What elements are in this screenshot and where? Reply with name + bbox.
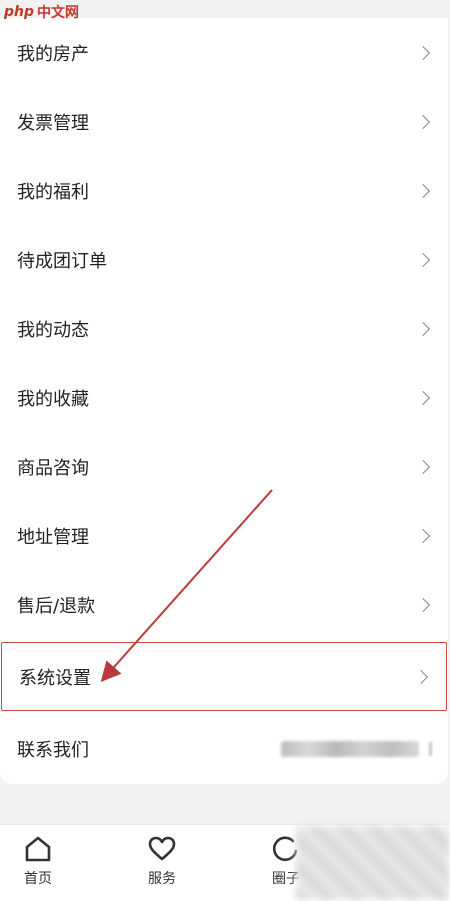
contact-phone-redacted [281, 740, 432, 757]
tab-label: 首页 [24, 871, 52, 887]
home-icon [25, 836, 51, 862]
redacted-tail [429, 741, 432, 756]
chevron-right-icon [415, 183, 431, 198]
menu-item-contact-us[interactable]: 联系我们 [0, 714, 448, 783]
chevron-right-icon [415, 45, 431, 60]
menu-item-label: 待成团订单 [17, 250, 107, 272]
menu-item-favorites[interactable]: 我的收藏 [0, 363, 448, 432]
menu-item-system-settings[interactable]: 系统设置 [1, 642, 447, 711]
chevron-right-icon [415, 114, 431, 129]
watermark-php: php [4, 4, 35, 20]
tab-home[interactable]: 首页 [8, 835, 68, 888]
menu-item-after-sales[interactable]: 售后/退款 [0, 570, 448, 639]
chevron-right-icon [415, 459, 431, 474]
redacted-phone [281, 740, 419, 757]
menu-item-label: 我的福利 [17, 181, 89, 203]
chevron-right-icon [415, 528, 431, 543]
menu-card: 我的房产 发票管理 我的福利 待成团订单 我的动态 我的收藏 商品咨询 地址管理… [0, 18, 448, 784]
chevron-right-icon [415, 321, 431, 336]
menu-item-label: 我的收藏 [17, 388, 89, 410]
menu-item-address[interactable]: 地址管理 [0, 501, 448, 570]
chevron-right-icon [415, 390, 431, 405]
watermark-text: 中文网 [37, 5, 80, 21]
menu-item-product-inquiry[interactable]: 商品咨询 [0, 432, 448, 501]
chevron-right-icon [415, 597, 431, 612]
heart-icon [148, 836, 176, 861]
chevron-right-icon [415, 252, 431, 267]
menu-item-label: 系统设置 [19, 667, 91, 689]
tab-label: 服务 [148, 871, 176, 887]
menu-item-label: 商品咨询 [17, 457, 89, 479]
menu-item-my-posts[interactable]: 我的动态 [0, 294, 448, 363]
menu-item-group-orders[interactable]: 待成团订单 [0, 225, 448, 294]
redacted-region [296, 826, 450, 900]
watermark-logo: php 中文网 [4, 2, 79, 22]
menu-item-my-property[interactable]: 我的房产 [0, 18, 448, 87]
menu-item-label: 我的动态 [17, 319, 89, 341]
tab-service[interactable]: 服务 [132, 835, 192, 888]
menu-item-invoice[interactable]: 发票管理 [0, 87, 448, 156]
menu-item-label: 地址管理 [17, 526, 89, 548]
menu-item-label: 发票管理 [17, 112, 89, 134]
menu-item-label: 售后/退款 [17, 595, 96, 617]
chevron-right-icon [413, 669, 429, 684]
menu-item-label: 我的房产 [17, 43, 89, 65]
menu-item-label: 联系我们 [17, 739, 89, 761]
menu-item-benefits[interactable]: 我的福利 [0, 156, 448, 225]
